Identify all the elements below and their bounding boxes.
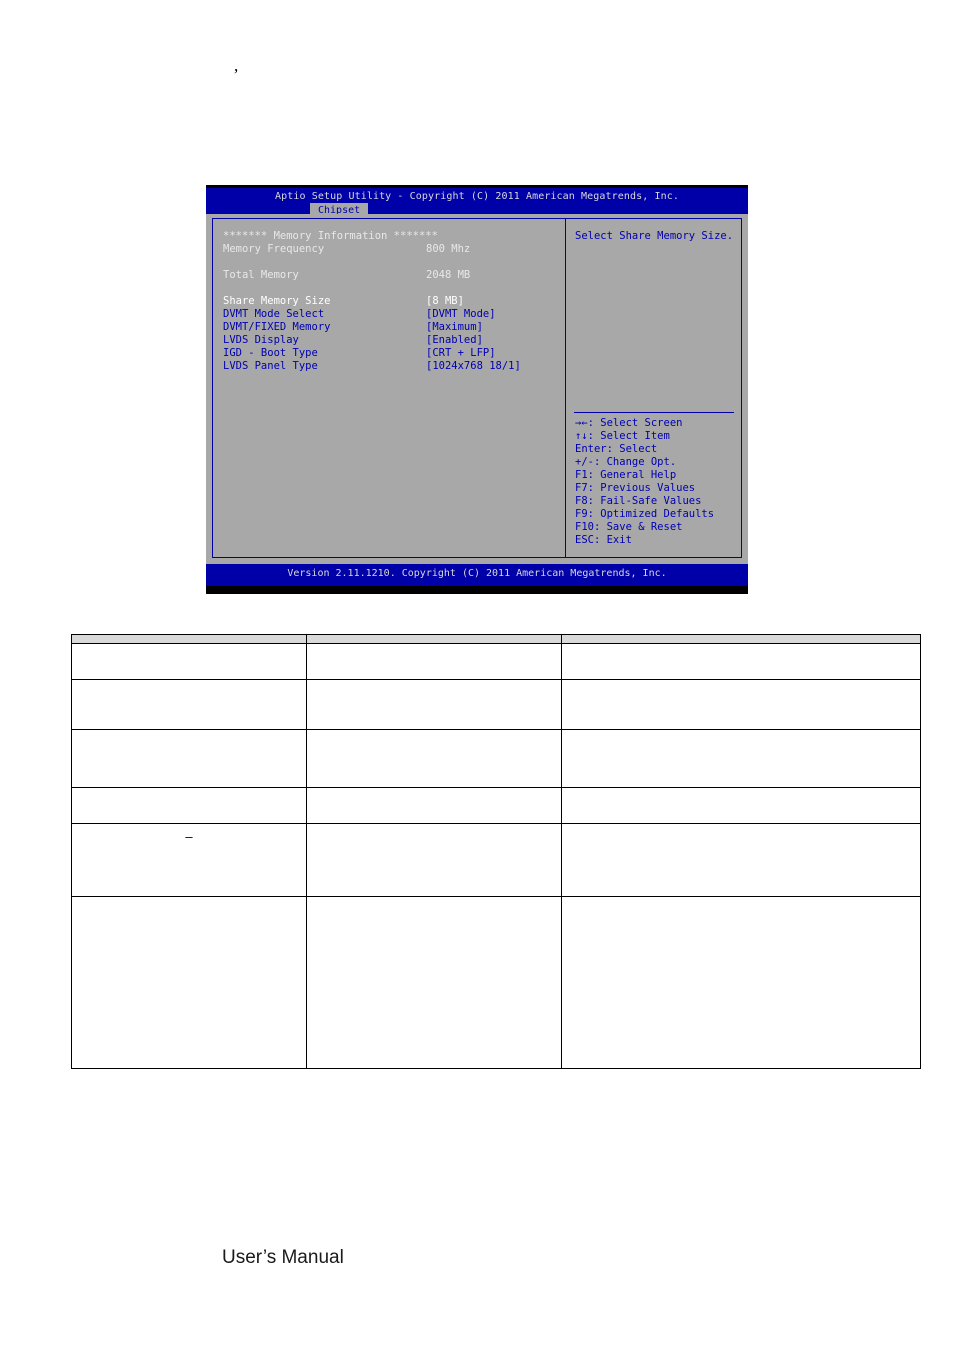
bios-footer-bar: Version 2.11.1210. Copyright (C) 2011 Am…: [206, 564, 748, 586]
table-row: –: [71, 823, 921, 897]
option-dvmt-fixed-memory-label: DVMT/FIXED Memory: [223, 321, 331, 333]
key-legend-change-opt: +/-: Change Opt.: [575, 456, 677, 468]
table-row: [71, 679, 921, 730]
table-cell: [561, 896, 921, 1069]
option-dvmt-mode-select-label: DVMT Mode Select: [223, 308, 325, 320]
table-cell: [561, 679, 921, 730]
option-lvds-panel-type[interactable]: LVDS Panel Type [1024x768 18/1]: [223, 360, 553, 373]
table-cell: [306, 823, 562, 897]
row-total-memory: Total Memory 2048 MB: [223, 269, 553, 282]
table-cell: [71, 643, 307, 680]
bios-inner-frame: ******* Memory Information ******* Memor…: [212, 218, 742, 558]
help-description: Select Share Memory Size.: [575, 230, 734, 242]
table-cell: [561, 787, 921, 824]
key-legend-exit: ESC: Exit: [575, 534, 632, 546]
bios-version-text: Version 2.11.1210. Copyright (C) 2011 Am…: [287, 568, 667, 579]
table-header-cell-3: [561, 634, 921, 644]
bios-title-text: Aptio Setup Utility - Copyright (C) 2011…: [275, 191, 679, 202]
option-lvds-display[interactable]: LVDS Display [Enabled]: [223, 334, 553, 347]
row-memory-frequency-value: 800 Mhz: [426, 243, 471, 255]
row-memory-frequency: Memory Frequency 800 Mhz: [223, 243, 553, 256]
option-dvmt-fixed-memory[interactable]: DVMT/FIXED Memory [Maximum]: [223, 321, 553, 334]
option-igd-boot-type-label: IGD - Boot Type: [223, 347, 318, 359]
option-lvds-panel-type-value: [1024x768 18/1]: [426, 360, 521, 372]
row-total-memory-label: Total Memory: [223, 269, 299, 281]
key-legend-list: →←: Select Screen ↑↓: Select Item Enter:…: [575, 417, 741, 547]
list-spacer-1: [223, 256, 553, 269]
table-cell: [561, 643, 921, 680]
help-panel-divider: [574, 412, 734, 413]
option-dvmt-mode-select[interactable]: DVMT Mode Select [DVMT Mode]: [223, 308, 553, 321]
help-panel: Select Share Memory Size. →←: Select Scr…: [566, 219, 742, 557]
table-cell: [71, 729, 307, 788]
option-share-memory-size-value: [8 MB]: [426, 295, 464, 307]
table-cell: [306, 896, 562, 1069]
table-row: [71, 729, 921, 788]
key-legend-optimized-defaults: F9: Optimized Defaults: [575, 508, 715, 520]
bios-setup-screenshot: Aptio Setup Utility - Copyright (C) 2011…: [206, 185, 748, 594]
bios-body: ******* Memory Information ******* Memor…: [206, 214, 748, 564]
option-lvds-display-value: [Enabled]: [426, 334, 483, 346]
table-header-cell-1: [71, 634, 307, 644]
table-cell: [306, 643, 562, 680]
stray-comma-mark: ,: [234, 56, 239, 75]
row-memory-frequency-label: Memory Frequency: [223, 243, 325, 255]
table-cell-dash: –: [71, 823, 307, 897]
settings-list: ******* Memory Information ******* Memor…: [223, 230, 553, 373]
option-dvmt-mode-select-value: [DVMT Mode]: [426, 308, 496, 320]
memory-information-header: ******* Memory Information *******: [223, 230, 553, 243]
option-lvds-display-label: LVDS Display: [223, 334, 299, 346]
option-dvmt-fixed-memory-value: [Maximum]: [426, 321, 483, 333]
option-igd-boot-type-value: [CRT + LFP]: [426, 347, 496, 359]
key-legend-fail-safe-values: F8: Fail-Safe Values: [575, 495, 702, 507]
list-spacer-2: [223, 282, 553, 295]
key-legend-select-screen: →←: Select Screen: [575, 417, 683, 429]
page-footer-label: User’s Manual: [222, 1247, 344, 1268]
row-total-memory-value: 2048 MB: [426, 269, 471, 281]
settings-panel: ******* Memory Information ******* Memor…: [213, 219, 565, 557]
memory-information-header-label: ******* Memory Information *******: [223, 230, 438, 242]
option-share-memory-size[interactable]: Share Memory Size [8 MB]: [223, 295, 553, 308]
option-lvds-panel-type-label: LVDS Panel Type: [223, 360, 318, 372]
key-legend-enter-select: Enter: Select: [575, 443, 658, 455]
settings-description-table: –: [71, 634, 921, 1069]
key-legend-select-item: ↑↓: Select Item: [575, 430, 670, 442]
table-cell: [306, 679, 562, 730]
table-cell: [561, 729, 921, 788]
table-row: [71, 787, 921, 824]
table-cell: [71, 679, 307, 730]
key-legend-general-help: F1: General Help: [575, 469, 677, 481]
option-igd-boot-type[interactable]: IGD - Boot Type [CRT + LFP]: [223, 347, 553, 360]
table-header-row: [71, 634, 921, 644]
table-row: [71, 896, 921, 1069]
table-cell: [71, 787, 307, 824]
table-cell: [71, 896, 307, 1069]
table-row: [71, 643, 921, 680]
table-header-cell-2: [306, 634, 562, 644]
key-legend-save-and-reset: F10: Save & Reset: [575, 521, 683, 533]
table-cell: [306, 787, 562, 824]
key-legend-previous-values: F7: Previous Values: [575, 482, 696, 494]
table-cell: [561, 823, 921, 897]
option-share-memory-size-label: Share Memory Size: [223, 295, 331, 307]
bios-title-bar: Aptio Setup Utility - Copyright (C) 2011…: [206, 188, 748, 217]
table-cell: [306, 729, 562, 788]
